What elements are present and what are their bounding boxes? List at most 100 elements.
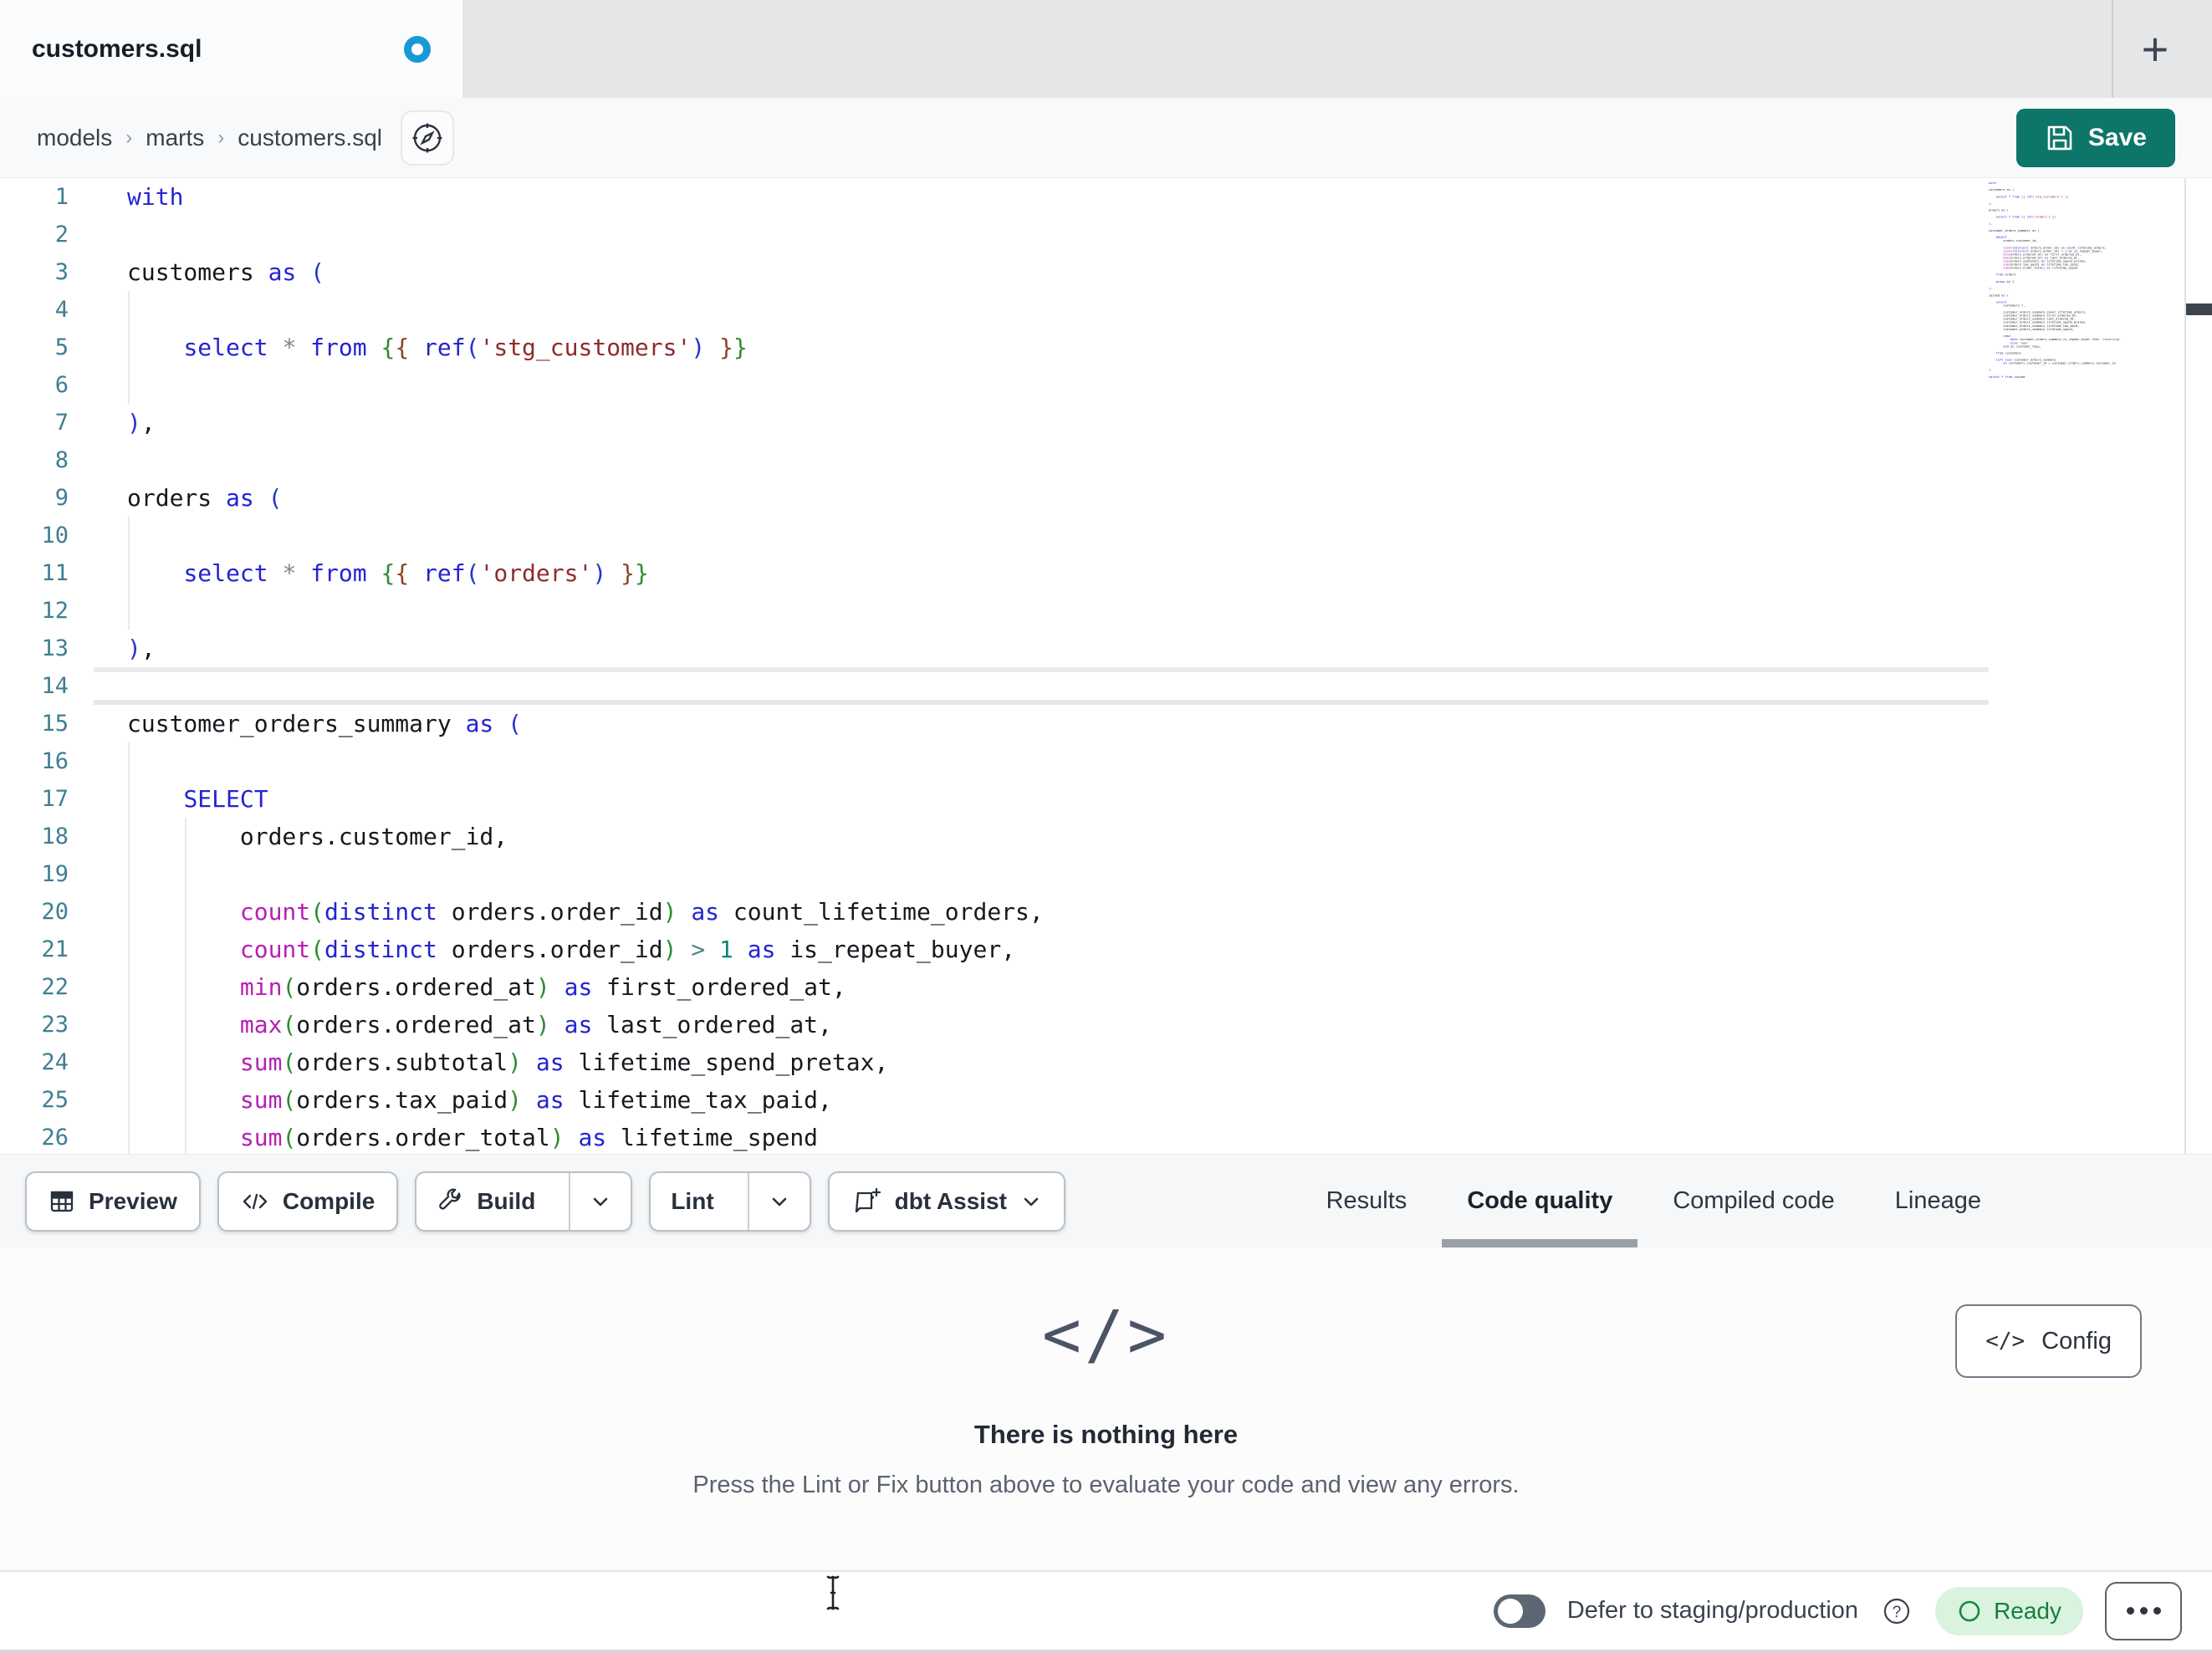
line-number: 26: [41, 1125, 69, 1150]
code-line: SELECT: [183, 785, 268, 813]
line-number: 8: [54, 447, 69, 473]
preview-button[interactable]: Preview: [25, 1171, 201, 1232]
defer-label: Defer to staging/production: [1566, 1597, 1859, 1624]
save-button[interactable]: Save: [2015, 108, 2175, 167]
line-number: 2: [54, 222, 69, 247]
unsaved-dot-icon: [404, 35, 431, 63]
line-number: 5: [54, 334, 69, 360]
line-number: 9: [54, 485, 69, 511]
tab-customers-sql[interactable]: customers.sql: [0, 0, 462, 98]
line-number: 4: [54, 297, 69, 323]
breadcrumb-models[interactable]: models: [37, 125, 112, 151]
compile-label: Compile: [282, 1187, 375, 1214]
chevron-down-icon: [769, 1191, 790, 1212]
code-line: orders as (: [127, 484, 283, 512]
breadcrumb-marts[interactable]: marts: [146, 125, 204, 151]
breadcrumb-file: customers.sql: [238, 124, 382, 151]
table-icon: [49, 1188, 75, 1215]
line-number: 15: [41, 711, 69, 737]
compass-icon: [410, 120, 445, 156]
preview-label: Preview: [89, 1187, 177, 1214]
lint-label: Lint: [671, 1187, 714, 1214]
ide-window: customers.sql + models › marts › custome…: [0, 0, 2212, 1653]
lint-button[interactable]: Lint: [651, 1173, 733, 1230]
chevron-down-icon: [1020, 1191, 1042, 1212]
code-line: customer_orders_summary as (: [127, 710, 523, 737]
dbt-assist-button[interactable]: dbt Assist: [827, 1171, 1065, 1232]
more-options-button[interactable]: [2105, 1581, 2182, 1640]
svg-text:?: ?: [1893, 1604, 1902, 1621]
line-number: 6: [54, 372, 69, 398]
code-line: ),: [127, 409, 156, 436]
code-line: sum(orders.tax_paid) as lifetime_tax_pai…: [239, 1086, 832, 1114]
compile-button[interactable]: Compile: [217, 1171, 399, 1232]
tab-code-quality[interactable]: Code quality: [1437, 1155, 1642, 1247]
code-line: max(orders.ordered_at) as last_ordered_a…: [239, 1011, 832, 1038]
code-line: count(distinct orders.order_id) > 1 as i…: [239, 936, 1016, 963]
line-number: 18: [41, 824, 69, 849]
assist-sparkle-chat-icon: [851, 1186, 881, 1217]
code-line: select * from {{ ref('stg_customers') }}: [183, 334, 748, 361]
code-line: min(orders.ordered_at) as first_ordered_…: [239, 973, 846, 1001]
tab-title: customers.sql: [32, 34, 202, 63]
toggle-knob: [1497, 1598, 1523, 1624]
code-area[interactable]: with customers as ( select * from {{ ref(…: [127, 178, 1986, 1154]
chevron-down-icon: [590, 1191, 611, 1212]
build-dropdown-button[interactable]: [569, 1172, 631, 1230]
code-line: select * from {{ ref('orders') }}: [183, 559, 649, 587]
line-number: 19: [41, 861, 69, 887]
line-number: 20: [41, 899, 69, 925]
help-icon[interactable]: ?: [1880, 1594, 1913, 1628]
save-label: Save: [2087, 123, 2147, 151]
lint-dropdown-button[interactable]: [747, 1172, 810, 1230]
line-number: 11: [41, 560, 69, 586]
line-number: 17: [41, 786, 69, 812]
breadcrumb-separator: ›: [125, 125, 133, 149]
dbt-assist-label: dbt Assist: [894, 1187, 1007, 1214]
line-number: 13: [41, 635, 69, 661]
line-number: 7: [54, 410, 69, 436]
config-button[interactable]: </> Config: [1955, 1304, 2142, 1378]
line-number: 23: [41, 1012, 69, 1038]
minimap[interactable]: with customers as ( select * from {{ ref…: [1989, 181, 2121, 390]
text-cursor: [824, 1574, 842, 1611]
wrench-icon: [437, 1188, 463, 1215]
code-line: customers as (: [127, 258, 325, 286]
line-number: 3: [54, 259, 69, 285]
new-tab-button[interactable]: +: [2113, 0, 2197, 98]
tab-results[interactable]: Results: [1296, 1155, 1438, 1247]
code-slash-icon: </>: [1042, 1298, 1170, 1373]
editor-scroll-gutter-line: [2184, 178, 2186, 1154]
line-number: 24: [41, 1049, 69, 1075]
results-panel-tabs: Results Code quality Compiled code Linea…: [1296, 1155, 2212, 1247]
tab-compiled-code[interactable]: Compiled code: [1642, 1155, 1864, 1247]
line-number: 21: [41, 936, 69, 962]
code-quality-panel: </> There is nothing here Press the Lint…: [0, 1247, 2212, 1570]
tab-lineage[interactable]: Lineage: [1865, 1155, 2011, 1247]
lint-split-button: Lint: [649, 1171, 811, 1232]
build-button[interactable]: Build: [416, 1173, 555, 1230]
line-number: 10: [41, 523, 69, 548]
save-icon: [2045, 123, 2075, 153]
breadcrumb: models › marts › customers.sql: [37, 125, 382, 151]
ready-label: Ready: [1994, 1597, 2061, 1624]
lineage-compass-button[interactable]: [400, 110, 454, 166]
defer-toggle[interactable]: [1493, 1594, 1545, 1628]
line-number: 25: [41, 1087, 69, 1113]
code-editor[interactable]: 1 2 3 4 5 6 7 8 9 10 11 12 13 14 15 16 17 18 19 20 21 22 23 24 2…: [0, 178, 2212, 1154]
code-line: orders.customer_id,: [127, 823, 508, 850]
status-bar: Defer to staging/production ? Ready: [0, 1570, 2212, 1653]
tab-strip: customers.sql +: [0, 0, 2212, 98]
code-icon: [241, 1188, 269, 1215]
build-label: Build: [477, 1187, 536, 1214]
path-bar: models › marts › customers.sql Save: [0, 98, 2212, 178]
scrollbar-thumb[interactable]: [2186, 304, 2212, 315]
code-line: count(distinct orders.order_id) as count…: [239, 898, 1044, 926]
empty-state-title: There is nothing here: [973, 1420, 1239, 1449]
line-number: 16: [41, 748, 69, 774]
